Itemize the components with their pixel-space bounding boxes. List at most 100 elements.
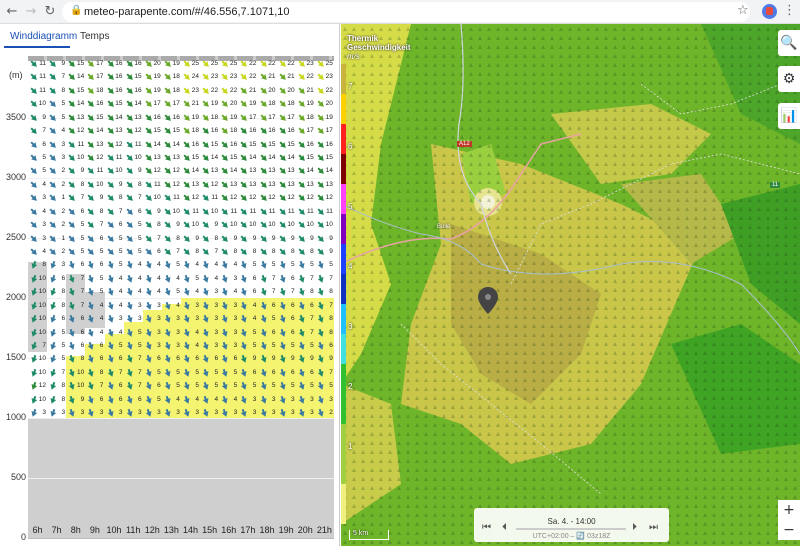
map-scale: 5 km <box>349 530 389 540</box>
wind-speed-value: 14 <box>77 73 85 81</box>
map-title-unit: m/s <box>347 52 360 61</box>
wind-arrow-icon <box>202 328 209 337</box>
back-button[interactable]: ← <box>3 3 21 21</box>
wind-speed-value: 6 <box>80 342 85 350</box>
wind-speed-value: 5 <box>329 382 333 390</box>
wind-arrow-icon <box>31 288 38 297</box>
y-axis-label: 3500 <box>5 112 26 122</box>
wind-arrow-icon <box>183 341 190 350</box>
wind-cell: 19 <box>163 59 180 69</box>
step-forward-button[interactable]: ⏵ <box>632 522 637 533</box>
extension-icon[interactable] <box>762 4 777 19</box>
thermal-map[interactable]: A12 11 Bulle 5 km <box>341 24 800 546</box>
wind-cell: 6 <box>106 395 123 405</box>
wind-speed-value: 3 <box>42 194 46 202</box>
reload-button[interactable]: ↻ <box>41 3 59 21</box>
wind-speed-value: 17 <box>96 73 104 81</box>
zoom-out-button[interactable]: − <box>778 520 800 540</box>
wind-speed-value: 16 <box>96 100 104 108</box>
wind-speed-value: 9 <box>310 355 314 363</box>
wind-cell: 4 <box>125 287 142 297</box>
wind-speed-value: 10 <box>38 100 46 108</box>
wind-speed-value: 6 <box>80 328 85 336</box>
bookmark-star-icon[interactable]: ☆ <box>737 3 749 18</box>
wind-cell: 7 <box>125 368 142 378</box>
wind-cell: 5 <box>48 99 65 109</box>
wind-speed-value: 1 <box>61 234 66 242</box>
y-axis-label: 1000 <box>5 412 26 422</box>
wind-speed-value: 3 <box>157 409 161 417</box>
wind-speed-value: 23 <box>306 60 314 67</box>
wind-cell: 14 <box>220 166 237 176</box>
wind-arrow-icon <box>260 315 266 323</box>
wind-cell: 5 <box>239 381 256 391</box>
wind-speed-value: 12 <box>172 167 180 175</box>
wind-speed-value: 6 <box>291 328 295 336</box>
wind-arrow-icon <box>221 181 229 188</box>
wind-cell: 10 <box>278 220 295 230</box>
wind-arrow-icon <box>202 127 209 134</box>
wind-speed-value: 2 <box>61 248 66 256</box>
wind-cell: 16 <box>144 113 161 123</box>
wind-arrow-icon <box>30 87 37 94</box>
wind-arrow-icon <box>183 73 190 81</box>
wind-speed-value: 15 <box>210 140 219 148</box>
forward-button[interactable]: → <box>22 3 40 21</box>
wind-speed-value: 13 <box>153 154 161 161</box>
wind-arrow-icon <box>68 181 76 188</box>
wind-arrow-icon <box>164 127 171 134</box>
wind-arrow-icon <box>126 368 133 377</box>
wind-speed-value: 6 <box>310 368 314 376</box>
wind-cell: 11 <box>220 207 237 217</box>
browser-menu-icon[interactable]: ⋮ <box>783 3 796 18</box>
wind-speed-value: 19 <box>210 100 219 108</box>
tab-temps[interactable]: Temps <box>80 31 109 42</box>
wind-cell: 15 <box>67 86 84 96</box>
wind-speed-value: 11 <box>39 60 46 67</box>
wind-speed-value: 7 <box>80 301 85 309</box>
wind-speed-value: 12 <box>325 194 333 202</box>
zoom-in-button[interactable]: + <box>778 500 800 520</box>
search-button[interactable]: 🔍 <box>778 30 800 56</box>
url-text[interactable]: meteo-parapente.com/#/46.556,7.1071,10 <box>84 6 289 18</box>
x-axis-label: 17h <box>240 525 256 535</box>
chart-button[interactable]: 📊 <box>778 103 800 129</box>
wind-arrow-icon <box>145 328 152 337</box>
wind-arrow-icon <box>88 288 94 297</box>
wind-arrow-icon <box>259 154 267 161</box>
wind-arrow-icon <box>202 409 209 417</box>
time-slider[interactable] <box>516 528 626 530</box>
wind-cell: 8 <box>259 247 276 257</box>
wind-arrow-icon <box>68 100 76 108</box>
wind-arrow-icon <box>68 87 76 94</box>
wind-arrow-icon <box>30 167 37 175</box>
settings-button[interactable]: ⚙ <box>778 66 800 92</box>
wind-arrow-icon <box>107 368 113 377</box>
wind-speed-value: 5 <box>176 288 180 296</box>
wind-cell: 7 <box>67 274 84 284</box>
wind-speed-value: 3 <box>310 395 314 403</box>
wind-speed-value: 18 <box>191 127 199 135</box>
wind-arrow-icon <box>31 355 38 364</box>
wind-arrow-icon <box>240 100 248 108</box>
wind-speed-value: 25 <box>210 60 219 67</box>
wind-speed-value: 5 <box>99 274 104 282</box>
wind-cell: 11 <box>29 86 46 96</box>
address-bar[interactable]: 🔒 meteo-parapente.com/#/46.556,7.1071,10 <box>62 2 750 22</box>
wind-arrow-icon <box>68 114 76 121</box>
wind-speed-value: 12 <box>191 194 199 202</box>
wind-speed-value: 7 <box>42 342 46 350</box>
wind-cell: 3 <box>220 408 237 418</box>
wind-speed-value: 13 <box>77 113 85 121</box>
wind-cell: 12 <box>201 180 218 190</box>
wind-speed-value: 11 <box>287 207 295 215</box>
skip-forward-button[interactable]: ⏭ <box>649 522 658 533</box>
wind-arrow-icon <box>317 100 324 108</box>
wind-arrow-icon <box>240 114 248 121</box>
tab-winddiagramm[interactable]: Winddiagramm <box>10 31 77 42</box>
wind-arrow-icon <box>298 315 305 323</box>
wind-arrow-icon <box>221 235 229 242</box>
wind-arrow-icon <box>30 194 37 202</box>
wind-arrow-icon <box>202 235 209 242</box>
wind-arrow-icon <box>260 328 266 337</box>
